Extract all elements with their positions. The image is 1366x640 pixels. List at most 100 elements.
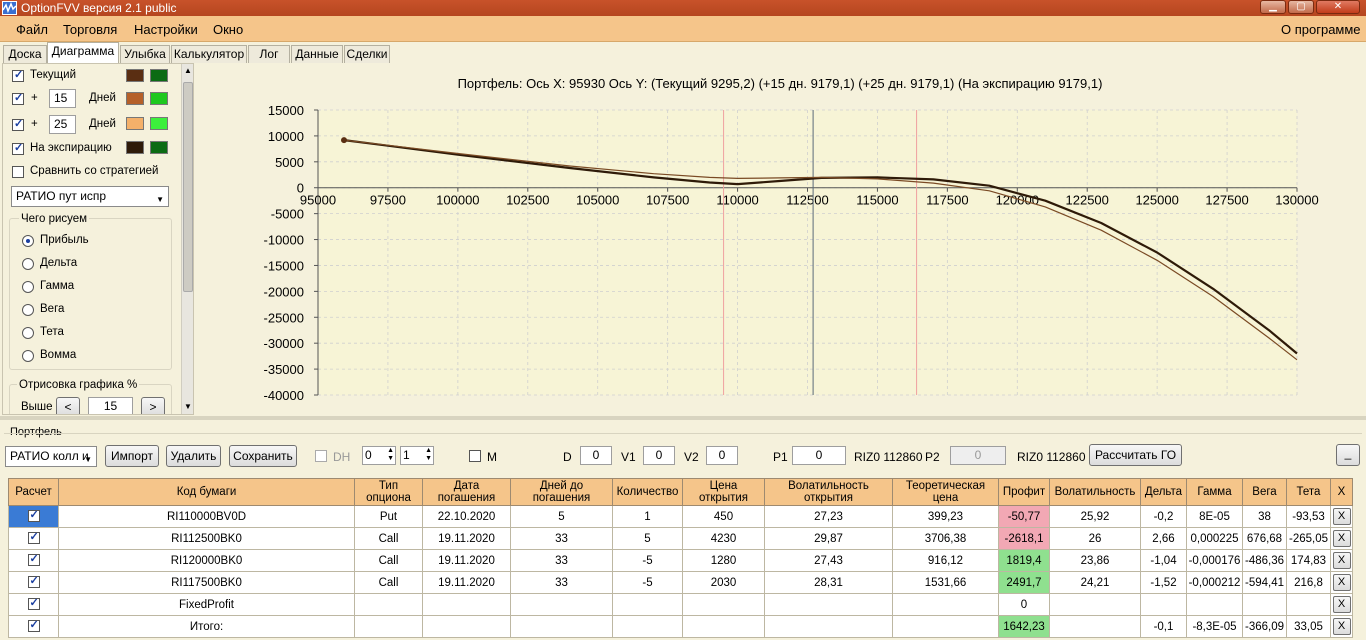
column-header[interactable]: Цена открытия [682,478,765,506]
table-cell[interactable]: -366,09 [1242,615,1287,638]
tab-data[interactable]: Данные [291,45,343,63]
column-header[interactable]: Дельта [1140,478,1187,506]
table-cell[interactable]: RI120000BK0 [58,549,355,572]
maximize-window-button[interactable]: ▢ [1288,0,1314,14]
table-cell[interactable]: Put [354,505,423,528]
draw-delta-radio[interactable] [22,258,34,270]
render-decrease-button[interactable]: < [56,397,80,414]
profit-cell[interactable]: 2491,7 [998,571,1050,594]
offset2-days-input[interactable]: 25 [49,115,76,134]
expiration-color-swatch[interactable] [126,141,144,154]
table-cell[interactable]: 29,87 [764,527,893,550]
render-percent-input[interactable]: 15 [88,397,133,414]
column-header[interactable]: Гамма [1186,478,1243,506]
table-cell[interactable]: 450 [682,505,765,528]
table-cell[interactable]: 19.11.2020 [422,527,511,550]
table-cell[interactable]: 33 [510,549,613,572]
table-cell[interactable]: 399,23 [892,505,999,528]
table-cell[interactable]: -1,04 [1140,549,1187,572]
calc-checkbox[interactable] [27,530,40,545]
scroll-down-arrow-icon[interactable]: ▼ [184,402,192,411]
delete-row-button[interactable]: X [1332,508,1351,525]
left-panel-scrollbar[interactable]: ▲ ▼ [181,64,193,414]
menu-trading[interactable]: Торговля [63,22,117,37]
column-header[interactable]: Дата погашения [422,478,511,506]
offset1-checkbox[interactable] [12,91,24,105]
table-cell[interactable]: 8E-05 [1186,505,1243,528]
table-cell[interactable]: RI112500BK0 [58,527,355,550]
offset1-color-swatch-2[interactable] [150,92,168,105]
draw-theta-radio[interactable] [22,327,34,339]
compare-strategy-checkbox[interactable] [12,166,24,178]
profit-cell[interactable]: 1819,4 [998,549,1050,572]
table-cell[interactable]: 916,12 [892,549,999,572]
calc-checkbox[interactable] [27,552,40,567]
table-cell[interactable]: 23,86 [1049,549,1141,572]
table-cell[interactable]: 2030 [682,571,765,594]
table-row[interactable]: Итого: 1642,23 -0,1-8,3E-05-366,0933,05X [8,615,1353,638]
profit-cell[interactable]: -50,77 [998,505,1050,528]
menu-file[interactable]: Файл [16,22,48,37]
table-row[interactable]: RI117500BK0Call19.11.202033-5203028,3115… [8,571,1353,594]
table-cell[interactable] [1049,615,1141,638]
scrollbar-thumb[interactable] [183,82,193,292]
table-row[interactable]: RI120000BK0Call19.11.202033-5128027,4391… [8,549,1353,572]
column-header[interactable]: Количество [612,478,683,506]
table-cell[interactable]: 1531,66 [892,571,999,594]
table-cell[interactable]: -0,000176 [1186,549,1243,572]
splitter[interactable] [0,416,1366,420]
delete-row-button[interactable]: X [1332,596,1351,613]
table-cell[interactable] [1286,593,1331,616]
table-cell[interactable]: 27,23 [764,505,893,528]
table-cell[interactable]: 5 [510,505,613,528]
table-cell[interactable]: -0,2 [1140,505,1187,528]
table-cell[interactable]: 2,66 [1140,527,1187,550]
table-cell[interactable] [1186,593,1243,616]
table-cell[interactable]: 19.11.2020 [422,549,511,572]
table-cell[interactable] [764,615,893,638]
spin-arrows-icon[interactable]: ▲ ▼ [387,447,394,463]
table-cell[interactable]: 5 [612,527,683,550]
column-header[interactable]: Тета [1286,478,1331,506]
table-cell[interactable] [1140,593,1187,616]
offset1-days-input[interactable]: 15 [49,89,76,108]
table-cell[interactable]: 1280 [682,549,765,572]
table-cell[interactable] [612,593,683,616]
calc-checkbox[interactable] [27,574,40,589]
table-cell[interactable]: 676,68 [1242,527,1287,550]
table-cell[interactable]: RI117500BK0 [58,571,355,594]
table-cell[interactable]: -1,52 [1140,571,1187,594]
table-cell[interactable]: 33,05 [1286,615,1331,638]
draw-profit-radio[interactable] [22,235,34,247]
table-cell[interactable]: 25,92 [1049,505,1141,528]
render-increase-button[interactable]: > [141,397,165,414]
table-cell[interactable]: 38 [1242,505,1287,528]
table-cell[interactable]: 28,31 [764,571,893,594]
table-cell[interactable] [354,615,423,638]
table-row[interactable]: RI112500BK0Call19.11.2020335423029,87370… [8,527,1353,550]
expiration-checkbox[interactable] [12,141,24,155]
delete-row-button[interactable]: X [1332,574,1351,591]
delete-button[interactable]: Удалить [166,445,221,467]
table-cell[interactable]: FixedProfit [58,593,355,616]
table-cell[interactable]: 24,21 [1049,571,1141,594]
table-cell[interactable] [422,593,511,616]
column-header[interactable]: Дней до погашения [510,478,613,506]
table-cell[interactable]: -0,000212 [1186,571,1243,594]
column-header[interactable]: Волатильность [1049,478,1141,506]
table-cell[interactable]: Итого: [58,615,355,638]
table-cell[interactable]: 0,000225 [1186,527,1243,550]
draw-vomma-radio[interactable] [22,350,34,362]
table-cell[interactable] [422,615,511,638]
column-header[interactable]: Теоретическая цена [892,478,999,506]
table-cell[interactable] [510,615,613,638]
spin-arrows-icon[interactable]: ▲ ▼ [425,447,432,463]
table-cell[interactable] [682,593,765,616]
column-header[interactable]: X [1330,478,1353,506]
calc-checkbox[interactable] [27,618,40,633]
import-button[interactable]: Импорт [105,445,159,467]
p1-input[interactable]: 0 [792,446,846,465]
table-cell[interactable] [510,593,613,616]
table-cell[interactable] [1242,593,1287,616]
m-checkbox[interactable] [469,450,481,462]
